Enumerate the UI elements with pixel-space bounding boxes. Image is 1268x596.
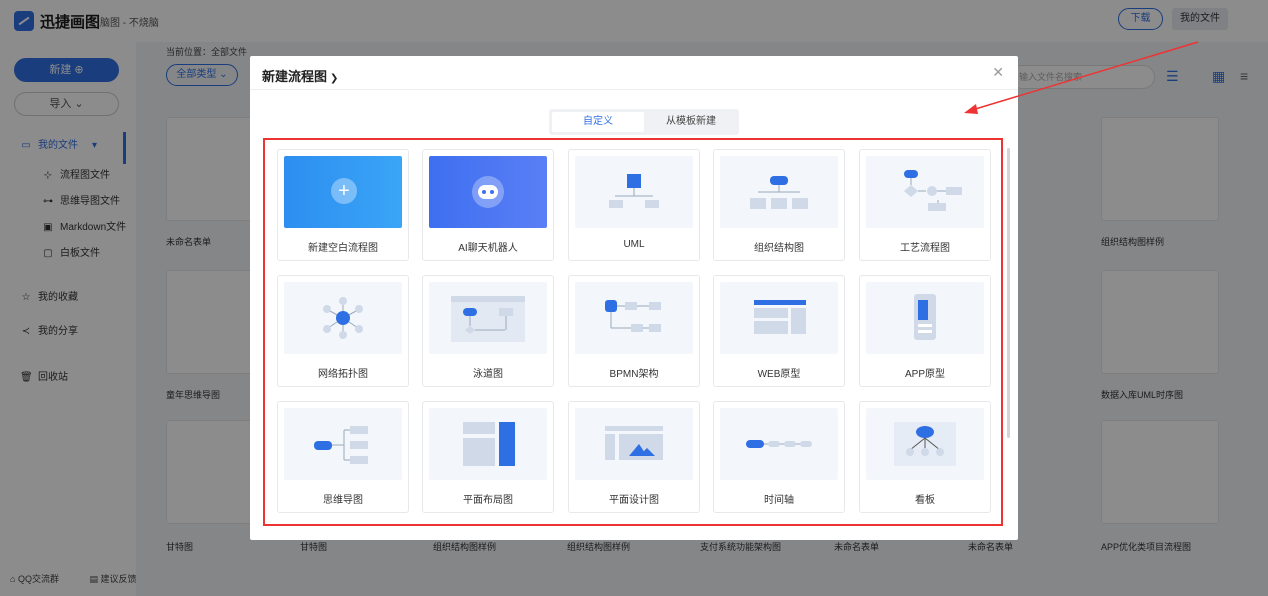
annotation-arrow-icon — [964, 41, 1199, 114]
